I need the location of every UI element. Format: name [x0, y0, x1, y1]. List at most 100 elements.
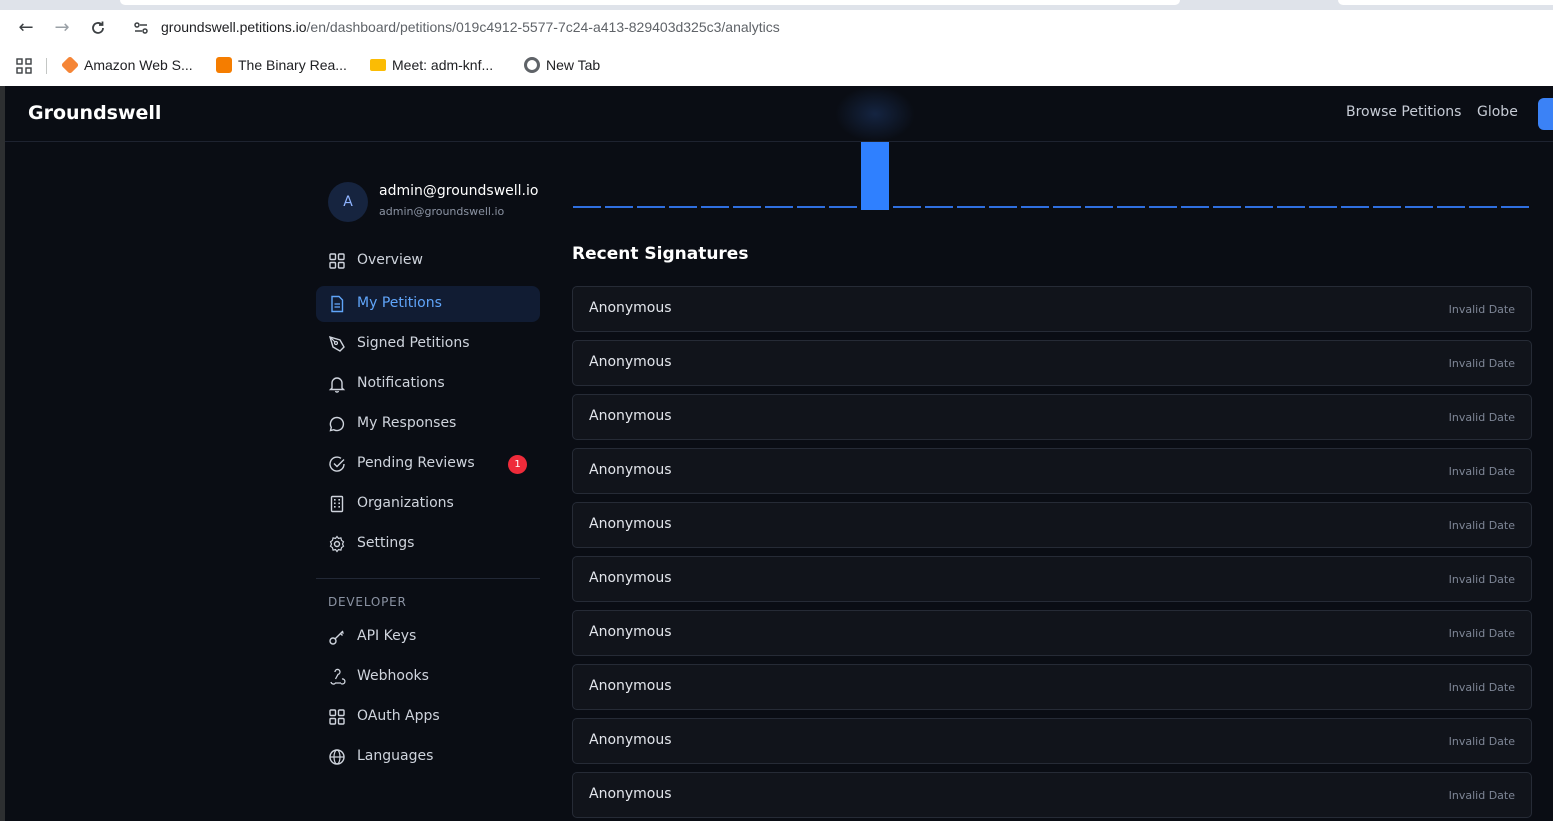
avatar: A: [328, 182, 368, 222]
chrome-icon: [524, 57, 540, 73]
sidebar-item-pending-reviews[interactable]: Pending Reviews 1: [316, 446, 540, 482]
sidebar-item-webhooks[interactable]: Webhooks: [316, 659, 540, 695]
globe-icon: [329, 749, 345, 765]
sidebar-item-my-petitions[interactable]: My Petitions: [316, 286, 540, 322]
document-icon: [331, 295, 344, 313]
signer-name: Anonymous: [589, 354, 672, 370]
key-icon: [329, 630, 344, 645]
active-tab[interactable]: [120, 0, 1180, 5]
signature-row: Anonymous Invalid Date: [572, 340, 1532, 386]
back-icon[interactable]: ←: [14, 16, 38, 40]
site-info-icon[interactable]: [132, 19, 150, 37]
inactive-tab[interactable]: [1338, 0, 1553, 5]
signature-row: Anonymous Invalid Date: [572, 664, 1532, 710]
signer-name: Anonymous: [589, 786, 672, 802]
chart-bar: [1085, 206, 1113, 208]
chart-bar: [797, 206, 825, 208]
app-header: Groundswell Browse Petitions Globe: [5, 86, 1553, 142]
signer-name: Anonymous: [589, 678, 672, 694]
signature-row: Anonymous Invalid Date: [572, 610, 1532, 656]
signature-date: Invalid Date: [1448, 411, 1515, 424]
bookmark-meet[interactable]: Meet: adm-knf...: [370, 56, 493, 76]
bookmark-new-tab[interactable]: New Tab: [524, 56, 600, 76]
signature-row: Anonymous Invalid Date: [572, 772, 1532, 818]
chart-bar: [893, 206, 921, 208]
sidebar-item-overview[interactable]: Overview: [316, 243, 540, 279]
bookmarks-bar: Amazon Web S... The Binary Rea... Meet: …: [0, 52, 1553, 80]
sidebar-item-languages[interactable]: Languages: [316, 739, 540, 775]
signatures-bar-chart: [573, 142, 1529, 210]
chart-bar: [925, 206, 953, 208]
sidebar-item-label: My Petitions: [357, 295, 442, 311]
user-email: admin@groundswell.io: [379, 205, 505, 218]
signature-date: Invalid Date: [1448, 357, 1515, 370]
signature-date: Invalid Date: [1448, 303, 1515, 316]
sidebar-item-organizations[interactable]: Organizations: [316, 486, 540, 522]
chart-bar: [1181, 206, 1209, 208]
signature-row: Anonymous Invalid Date: [572, 394, 1532, 440]
signer-name: Anonymous: [589, 624, 672, 640]
chart-bar: [1469, 206, 1497, 208]
chart-bar: [605, 206, 633, 208]
signer-name: Anonymous: [589, 300, 672, 316]
bookmarks-separator: [46, 58, 47, 74]
chart-bar: [637, 206, 665, 208]
chat-icon: [329, 416, 345, 432]
signature-date: Invalid Date: [1448, 465, 1515, 478]
pending-count-badge: 1: [508, 455, 527, 474]
sidebar-item-label: Webhooks: [357, 668, 429, 684]
app-root: Groundswell Browse Petitions Globe A adm…: [5, 86, 1553, 821]
aws-icon: [60, 55, 80, 75]
bookmark-aws[interactable]: Amazon Web S...: [60, 55, 193, 76]
forward-icon[interactable]: →: [50, 16, 74, 40]
webhook-icon: [330, 668, 346, 685]
brand-logo[interactable]: Groundswell: [28, 102, 161, 124]
sidebar-item-label: Settings: [357, 535, 415, 551]
apps-grid-icon[interactable]: [16, 58, 32, 74]
user-name: admin@groundswell.io: [379, 183, 539, 199]
globe-link[interactable]: Globe: [1477, 104, 1518, 120]
signature-row: Anonymous Invalid Date: [572, 556, 1532, 602]
signature-row: Anonymous Invalid Date: [572, 718, 1532, 764]
chart-bar: [829, 206, 857, 208]
chart-bar: [1149, 206, 1177, 208]
signature-date: Invalid Date: [1448, 627, 1515, 640]
sidebar: A admin@groundswell.io admin@groundswell…: [316, 142, 540, 821]
signature-row: Anonymous Invalid Date: [572, 502, 1532, 548]
chart-bar: [733, 206, 761, 208]
sidebar-item-label: API Keys: [357, 628, 417, 644]
pen-icon: [328, 335, 345, 352]
chart-bar: [957, 206, 985, 208]
sidebar-item-label: Languages: [357, 748, 434, 764]
bell-icon: [328, 377, 346, 393]
meet-icon: [370, 59, 386, 71]
sidebar-item-label: Signed Petitions: [357, 335, 470, 351]
reload-icon[interactable]: [86, 16, 110, 40]
chart-bar: [1117, 206, 1145, 208]
blogger-icon: [216, 57, 232, 73]
chart-bar: [573, 206, 601, 208]
signer-name: Anonymous: [589, 516, 672, 532]
signature-row: Anonymous Invalid Date: [572, 448, 1532, 494]
bookmark-binary-reader[interactable]: The Binary Rea...: [216, 56, 347, 76]
sidebar-item-notifications[interactable]: Notifications: [316, 366, 540, 402]
building-icon: [330, 495, 344, 513]
sidebar-item-my-responses[interactable]: My Responses: [316, 406, 540, 442]
chart-bar: [1437, 206, 1465, 208]
signer-name: Anonymous: [589, 732, 672, 748]
sidebar-item-oauth-apps[interactable]: OAuth Apps: [316, 699, 540, 735]
address-bar[interactable]: groundswell.petitions.io/en/dashboard/pe…: [124, 13, 1553, 43]
sidebar-item-settings[interactable]: Settings: [316, 526, 540, 562]
header-action-button[interactable]: [1538, 98, 1553, 130]
chart-bar: [1245, 206, 1273, 208]
gear-icon: [329, 535, 345, 553]
sidebar-item-signed-petitions[interactable]: Signed Petitions: [316, 326, 540, 362]
browse-petitions-link[interactable]: Browse Petitions: [1346, 104, 1461, 120]
sidebar-item-api-keys[interactable]: API Keys: [316, 619, 540, 655]
chart-bar: [1341, 206, 1369, 208]
signature-date: Invalid Date: [1448, 789, 1515, 802]
signature-date: Invalid Date: [1448, 519, 1515, 532]
signer-name: Anonymous: [589, 462, 672, 478]
navigation-bar: ← → groundswell.petitions.io/en/dashboar…: [0, 10, 1553, 46]
chart-bar: [1405, 206, 1433, 208]
